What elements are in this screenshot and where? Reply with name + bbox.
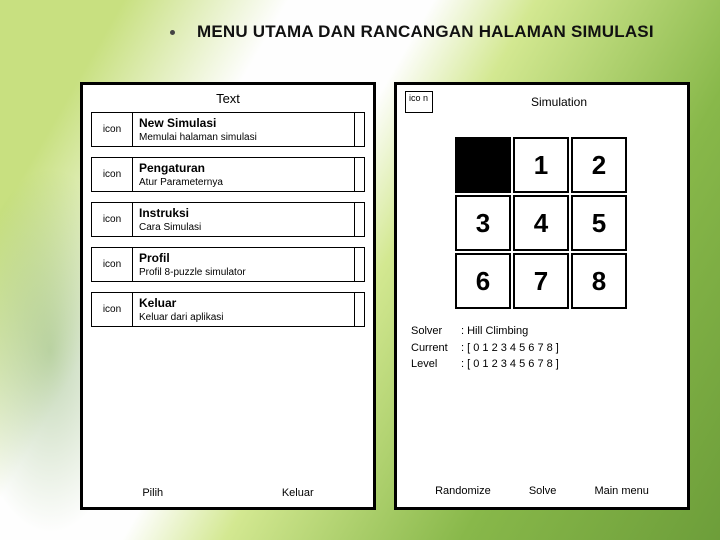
sim-header-icon: ico n bbox=[405, 91, 433, 113]
menu-icon: icon bbox=[91, 112, 133, 147]
bullet-icon bbox=[170, 30, 175, 35]
menu-desc: Profil 8-puzzle simulator bbox=[139, 267, 348, 278]
menu-icon: icon bbox=[91, 157, 133, 192]
menu-sep bbox=[355, 112, 365, 147]
menu-item-pengaturan[interactable]: icon Pengaturan Atur Parameternya bbox=[91, 157, 365, 192]
menu-desc: Atur Parameternya bbox=[139, 177, 348, 188]
tile-1[interactable]: 1 bbox=[513, 137, 569, 193]
randomize-button[interactable]: Randomize bbox=[435, 485, 491, 497]
menu-desc: Cara Simulasi bbox=[139, 222, 348, 233]
tile-blank[interactable] bbox=[455, 137, 511, 193]
menu-sep bbox=[355, 202, 365, 237]
menu-item-new-simulasi[interactable]: icon New Simulasi Memulai halaman simula… bbox=[91, 112, 365, 147]
menu-desc: Keluar dari aplikasi bbox=[139, 312, 348, 323]
info-level-key: Level bbox=[411, 356, 461, 373]
tile-5[interactable]: 5 bbox=[571, 195, 627, 251]
puzzle-grid: 1 2 3 4 5 6 7 8 bbox=[455, 137, 629, 309]
heading-row: MENU UTAMA DAN RANCANGAN HALAMAN SIMULAS… bbox=[170, 22, 700, 42]
info-solver-val: : Hill Climbing bbox=[461, 323, 528, 340]
menu-icon: icon bbox=[91, 247, 133, 282]
menu-sep bbox=[355, 247, 365, 282]
simulation-panel: ico n Simulation 1 2 3 4 5 6 7 8 Solver … bbox=[394, 82, 690, 510]
sim-actions: Randomize Solve Main menu bbox=[397, 485, 687, 497]
left-panel-title: Text bbox=[89, 89, 367, 112]
menu-icon: icon bbox=[91, 202, 133, 237]
menu-sep bbox=[355, 292, 365, 327]
menu-item-instruksi[interactable]: icon Instruksi Cara Simulasi bbox=[91, 202, 365, 237]
info-current-val: : [ 0 1 2 3 4 5 6 7 8 ] bbox=[461, 340, 559, 357]
footer-pilih[interactable]: Pilih bbox=[142, 487, 163, 499]
tile-3[interactable]: 3 bbox=[455, 195, 511, 251]
menu-list: icon New Simulasi Memulai halaman simula… bbox=[89, 112, 367, 327]
left-footer: Pilih Keluar bbox=[83, 487, 373, 499]
menu-sep bbox=[355, 157, 365, 192]
sim-title: Simulation bbox=[439, 95, 679, 109]
main-menu-panel: Text icon New Simulasi Memulai halaman s… bbox=[80, 82, 376, 510]
tile-8[interactable]: 8 bbox=[571, 253, 627, 309]
menu-label: Keluar bbox=[139, 296, 348, 310]
menu-icon: icon bbox=[91, 292, 133, 327]
tile-7[interactable]: 7 bbox=[513, 253, 569, 309]
solve-button[interactable]: Solve bbox=[529, 485, 557, 497]
menu-label: Instruksi bbox=[139, 206, 348, 220]
menu-label: New Simulasi bbox=[139, 116, 348, 130]
footer-keluar[interactable]: Keluar bbox=[282, 487, 314, 499]
info-solver-key: Solver bbox=[411, 323, 461, 340]
page-title: MENU UTAMA DAN RANCANGAN HALAMAN SIMULAS… bbox=[197, 22, 654, 42]
menu-label: Profil bbox=[139, 251, 348, 265]
menu-label: Pengaturan bbox=[139, 161, 348, 175]
menu-item-profil[interactable]: icon Profil Profil 8-puzzle simulator bbox=[91, 247, 365, 282]
sim-info: Solver : Hill Climbing Current : [ 0 1 2… bbox=[403, 317, 681, 377]
tile-2[interactable]: 2 bbox=[571, 137, 627, 193]
tile-4[interactable]: 4 bbox=[513, 195, 569, 251]
info-level-val: : [ 0 1 2 3 4 5 6 7 8 ] bbox=[461, 356, 559, 373]
tile-6[interactable]: 6 bbox=[455, 253, 511, 309]
menu-item-keluar[interactable]: icon Keluar Keluar dari aplikasi bbox=[91, 292, 365, 327]
menu-desc: Memulai halaman simulasi bbox=[139, 132, 348, 143]
info-current-key: Current bbox=[411, 340, 461, 357]
mainmenu-button[interactable]: Main menu bbox=[594, 485, 648, 497]
